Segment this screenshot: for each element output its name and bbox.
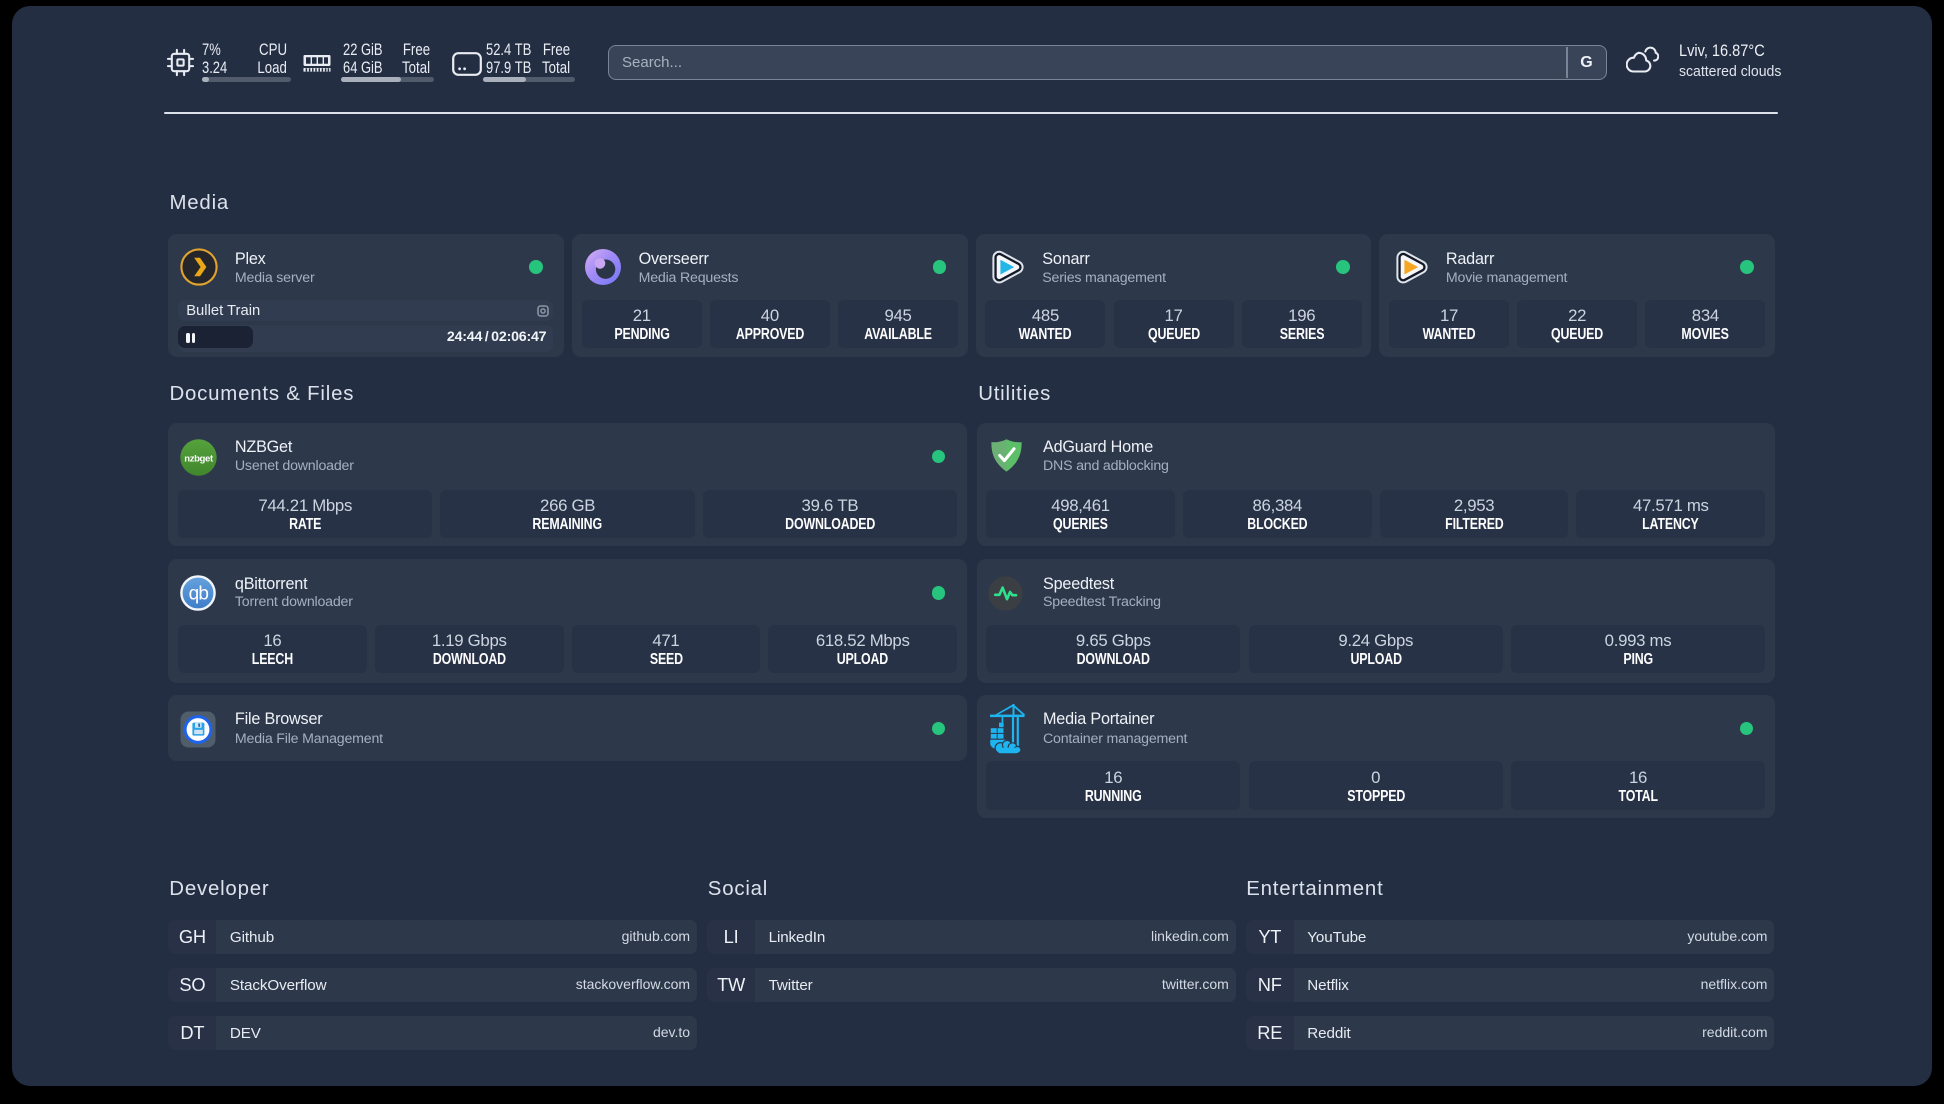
svg-text:qb: qb xyxy=(189,584,209,605)
svg-text:nzbget: nzbget xyxy=(184,453,214,464)
